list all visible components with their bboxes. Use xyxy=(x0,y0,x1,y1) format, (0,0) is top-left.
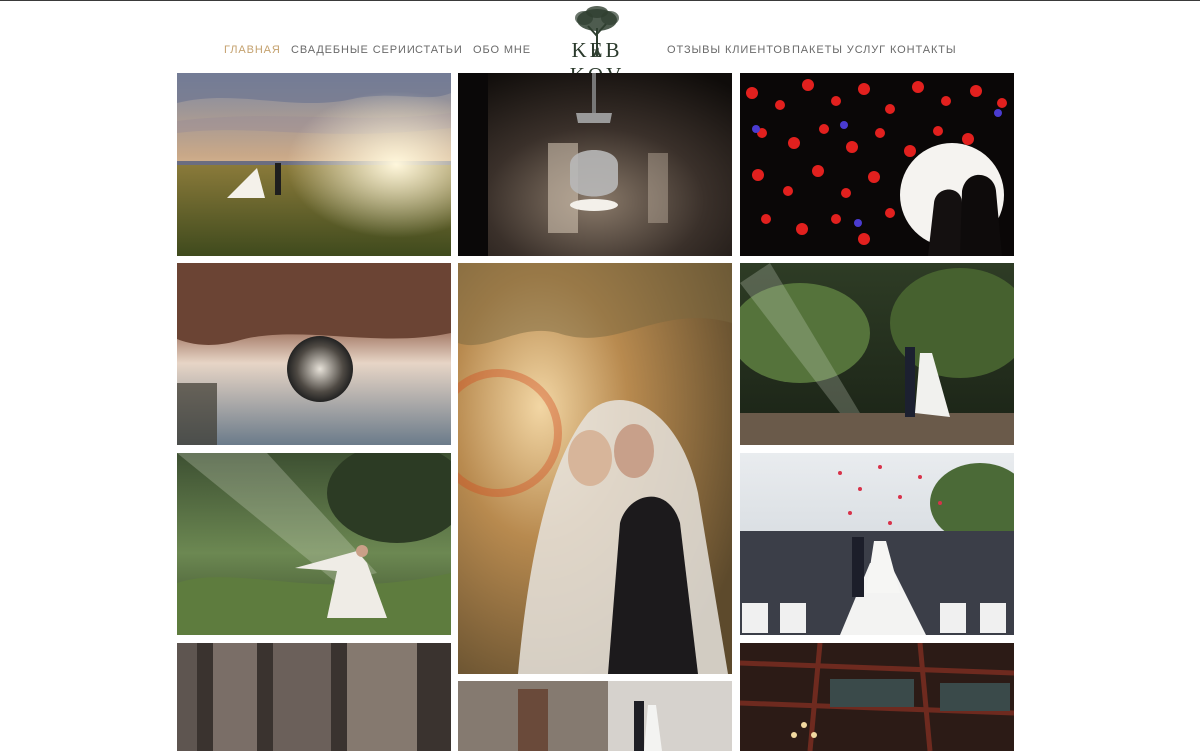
gallery-photo-sunset-field[interactable] xyxy=(177,73,451,256)
sunset-field-couple-photo xyxy=(177,73,451,256)
brand-logo[interactable]: KEB KOV xyxy=(542,6,652,87)
gallery-photo-ceremony-aisle[interactable] xyxy=(740,453,1014,635)
gallery-photo-droplet[interactable] xyxy=(177,263,451,445)
gallery-photo-meadow-bride[interactable] xyxy=(177,453,451,635)
gallery-photo-forest-path[interactable] xyxy=(740,263,1014,445)
gallery-photo-wine-glass[interactable] xyxy=(458,73,732,256)
wine-glass-reflection-photo xyxy=(458,73,732,256)
nav-item-wedding-series[interactable]: СВАДЕБНЫЕ СЕРИИ xyxy=(291,44,416,56)
gallery-photo-street-couple[interactable] xyxy=(458,681,732,751)
ornate-ceiling-chandelier-photo xyxy=(740,643,1014,751)
stone-columns-photo xyxy=(177,643,451,751)
street-couple-photo xyxy=(458,681,732,751)
gallery-photo-ornate-ceiling[interactable] xyxy=(740,643,1014,751)
meadow-dancing-bride-photo xyxy=(177,453,451,635)
nav-item-reviews[interactable]: ОТЗЫВЫ КЛИЕНТОВ xyxy=(667,44,791,56)
nav-item-contacts[interactable]: КОНТАКТЫ xyxy=(890,44,957,56)
nav-item-home[interactable]: ГЛАВНАЯ xyxy=(224,44,281,56)
nav-item-packages[interactable]: ПАКЕТЫ УСЛУГ xyxy=(792,44,886,56)
bokeh-lights-silhouette-photo xyxy=(740,73,1014,256)
gallery-photo-stone-columns[interactable] xyxy=(177,643,451,751)
veil-kiss-portrait-photo xyxy=(458,263,732,674)
water-droplet-reflection-photo xyxy=(177,263,451,445)
nav-item-articles[interactable]: СТАТЬИ xyxy=(415,44,463,56)
top-border xyxy=(0,0,1200,1)
gallery-photo-bokeh-silhouette[interactable] xyxy=(740,73,1014,256)
ceremony-aisle-petals-photo xyxy=(740,453,1014,635)
nav-item-about[interactable]: ОБО МНЕ xyxy=(473,44,531,56)
forest-path-couple-photo xyxy=(740,263,1014,445)
gallery-photo-veil-kiss[interactable] xyxy=(458,263,732,674)
